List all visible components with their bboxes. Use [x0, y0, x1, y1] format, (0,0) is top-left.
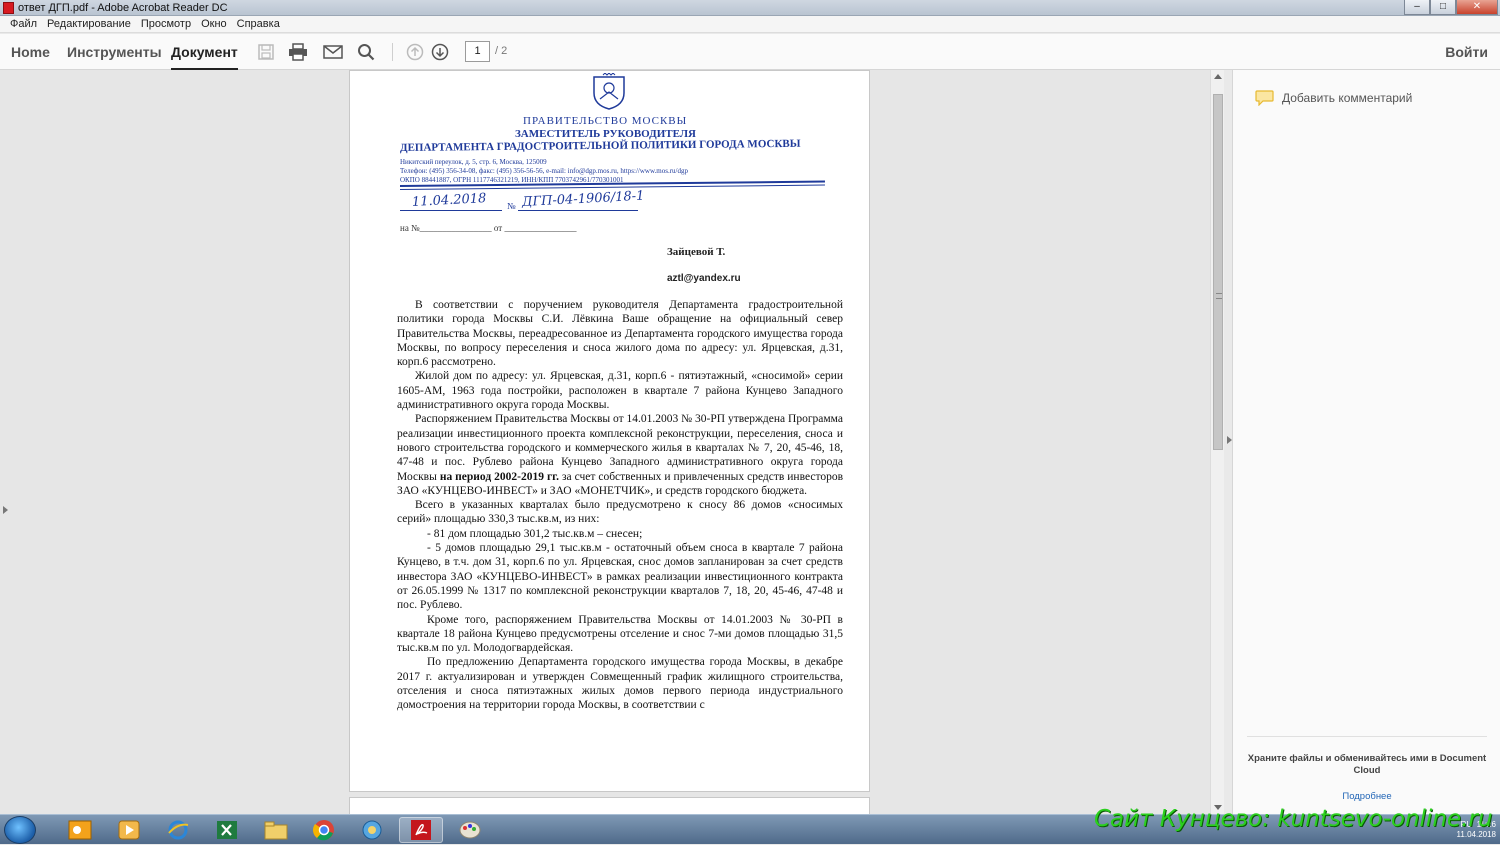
paragraph-1: В соответствии с поручением руководителя…: [397, 299, 843, 369]
menu-window[interactable]: Окно: [196, 16, 232, 32]
excel-icon[interactable]: [205, 817, 249, 843]
addressee-email: aztl@yandex.ru: [667, 273, 741, 284]
letterhead-department: ДЕПАРТАМЕНТА ГРАДОСТРОИТЕЛЬНОЙ ПОЛИТИКИ …: [399, 137, 801, 154]
menu-bar: Файл Редактирование Просмотр Окно Справк…: [0, 16, 1500, 33]
chrome-icon[interactable]: [302, 817, 346, 843]
save-icon[interactable]: [256, 42, 276, 62]
close-button[interactable]: ✕: [1456, 0, 1498, 15]
number-label: №: [507, 201, 516, 211]
tab-document[interactable]: Документ: [171, 34, 238, 70]
main-toolbar: Home Инструменты Документ: [0, 34, 1500, 70]
paragraph-2: Жилой дом по адресу: ул. Ярцевская, д.31…: [397, 370, 843, 412]
scroll-up-icon[interactable]: [1214, 74, 1222, 79]
menu-edit[interactable]: Редактирование: [42, 16, 136, 32]
title-bar: ответ ДГП.pdf - Adobe Acrobat Reader DC …: [0, 0, 1500, 16]
letterhead-government: ПРАВИТЕЛЬСТВО МОСКВЫ: [523, 115, 688, 127]
document-scrollbar[interactable]: [1210, 70, 1224, 814]
menu-view[interactable]: Просмотр: [136, 16, 196, 32]
site-watermark: Сайт Кунцево: kuntsevo-online.ru: [1094, 806, 1493, 832]
browser-icon[interactable]: [350, 817, 394, 843]
login-button[interactable]: Войти: [1445, 44, 1488, 60]
paragraph-6: - 5 домов площадью 29,1 тыс.кв.м - остат…: [397, 542, 843, 612]
reference-line: на №________________ от ________________: [400, 223, 577, 233]
paragraph-8: По предложению Департамента городского и…: [397, 656, 843, 712]
paragraph-4: Всего в указанных кварталах было предусм…: [397, 499, 843, 526]
addressee: Зайцевой Т.: [667, 246, 726, 258]
menu-file[interactable]: Файл: [5, 16, 42, 32]
window-title: ответ ДГП.pdf - Adobe Acrobat Reader DC: [18, 2, 228, 14]
paragraph-3: Распоряжением Правительства Москвы от 14…: [397, 412, 843, 498]
cloud-promo-text: Храните файлы и обменивайтесь ими в Docu…: [1247, 753, 1487, 776]
comment-icon: [1255, 90, 1274, 106]
acrobat-app-icon: [3, 2, 14, 14]
paint-icon[interactable]: [448, 817, 492, 843]
window-controls: – □ ✕: [1404, 0, 1498, 15]
page-down-icon[interactable]: [430, 42, 450, 62]
left-pane-expand-icon[interactable]: [3, 506, 8, 514]
letterhead-phones: Телефон: (495) 356-34-08, факс: (495) 35…: [400, 167, 688, 175]
start-button[interactable]: [4, 816, 36, 844]
paragraph-7: Кроме того, распоряжением Правительства …: [397, 613, 843, 655]
acrobat-reader-icon[interactable]: [399, 817, 443, 843]
paragraph-5: - 81 дом площадью 301,2 тыс.кв.м – снесе…: [427, 527, 643, 540]
add-comment-button[interactable]: Добавить комментарий: [1255, 90, 1412, 106]
tab-tools[interactable]: Инструменты: [67, 34, 162, 70]
minimize-button[interactable]: –: [1404, 0, 1430, 15]
learn-more-link[interactable]: Подробнее: [1247, 791, 1487, 803]
media-player-icon[interactable]: [107, 817, 151, 843]
moscow-coat-of-arms-icon: [593, 73, 625, 110]
search-icon[interactable]: [356, 42, 376, 62]
internet-explorer-icon[interactable]: [156, 817, 200, 843]
outlook-icon[interactable]: [58, 817, 102, 843]
outgoing-number: ДГП-04-1906/18-1: [521, 188, 645, 210]
maximize-button[interactable]: □: [1430, 0, 1456, 15]
toolbar-separator: [392, 43, 393, 61]
letterhead-address: Никитский переулок, д. 5, стр. 6, Москва…: [400, 158, 547, 166]
page-number-input[interactable]: 1: [465, 41, 490, 62]
period-highlight: на период 2002-2019 гг.: [439, 470, 559, 483]
add-comment-label: Добавить комментарий: [1282, 91, 1413, 105]
scroll-grip: [1216, 293, 1222, 299]
menu-help[interactable]: Справка: [232, 16, 285, 32]
scroll-thumb[interactable]: [1213, 94, 1223, 450]
page-total: / 2: [495, 45, 508, 57]
date-underline: [400, 210, 502, 211]
mail-icon[interactable]: [323, 42, 343, 62]
outgoing-date: 11.04.2018: [411, 191, 487, 210]
right-pane: Добавить комментарий Храните файлы и обм…: [1232, 70, 1500, 814]
number-underline: [518, 210, 638, 211]
tab-home[interactable]: Home: [11, 34, 50, 70]
document-cloud-promo: Храните файлы и обменивайтесь ими в Docu…: [1247, 736, 1487, 803]
pdf-page-1: ПРАВИТЕЛЬСТВО МОСКВЫ ЗАМЕСТИТЕЛЬ РУКОВОД…: [349, 70, 870, 792]
page-up-icon[interactable]: [405, 42, 425, 62]
letter-body: В соответствии с поручением руководителя…: [397, 298, 843, 713]
print-icon[interactable]: [288, 42, 308, 62]
file-explorer-icon[interactable]: [254, 817, 298, 843]
